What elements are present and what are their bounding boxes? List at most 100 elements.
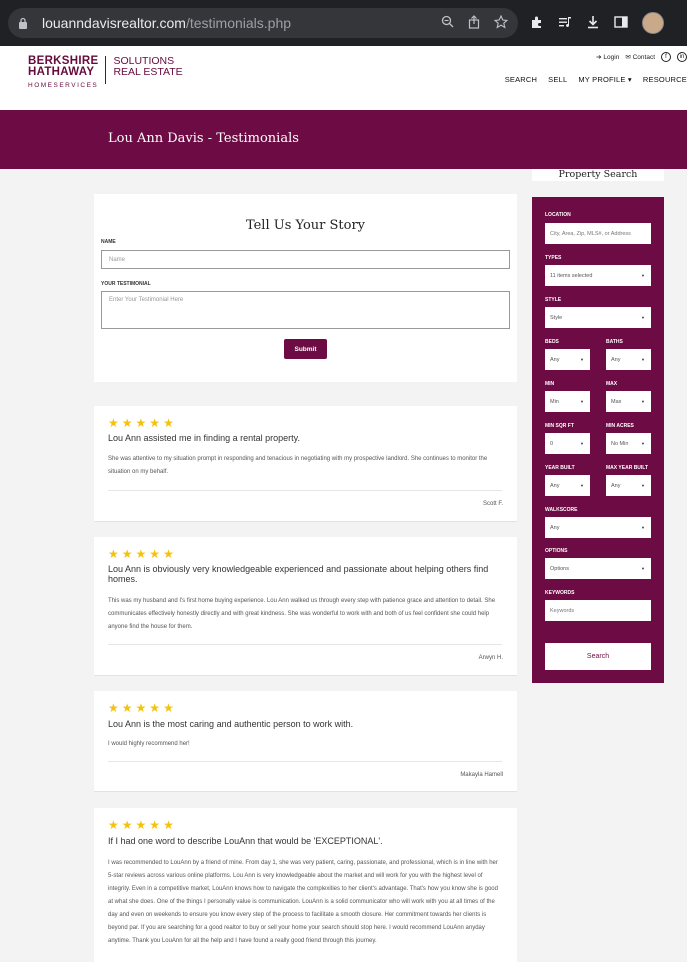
location-input[interactable]: City, Area, Zip, MLS#, or Address [545,223,651,244]
min-price-label: MIN [545,381,555,387]
star-icon: ★ [149,547,161,561]
brand-logo[interactable]: BERKSHIRE HATHAWAY HOMESERVICES SOLUTION… [28,55,183,91]
star-icon: ★ [149,818,161,832]
beds-select[interactable]: Any ▼ [545,349,590,370]
nav-sell[interactable]: SELL [548,75,567,84]
nav-search[interactable]: SEARCH [505,75,537,84]
caret-down-icon: ▼ [641,315,645,320]
star-icon: ★ [108,547,119,561]
caret-down-icon: ▼ [580,399,584,404]
types-select[interactable]: 11 items selected ▼ [545,265,651,286]
caret-down-icon: ▼ [641,273,645,278]
review-body: I would highly recommend her! [108,741,190,747]
min-price-select[interactable]: Min ▼ [545,391,590,412]
min-acres-label: MIN ACRES [606,423,634,429]
walkscore-select[interactable]: Any ▼ [545,517,651,538]
star-rating: ★ ★ ★ ★ ★ [108,417,174,429]
star-icon: ★ [163,416,174,430]
caret-down-icon: ▼ [641,525,645,530]
caret-down-icon: ▼ [580,483,584,488]
star-icon: ★ [163,818,174,832]
main-nav: SEARCH SELL MY PROFILE ▾ RESOURCE [505,75,687,84]
testimonial-textarea[interactable]: Enter Your Testimonial Here [101,291,510,329]
caret-down-icon: ▼ [641,566,645,571]
page-title: Lou Ann Davis - Testimonials [108,131,299,146]
year-built-select[interactable]: Any ▼ [545,475,590,496]
zoom-icon[interactable] [441,15,454,32]
options-select[interactable]: Options ▼ [545,558,651,579]
review-card: ★ ★ ★ ★ ★ Lou Ann assisted me in finding… [94,406,517,522]
download-icon[interactable] [586,15,600,32]
linkedin-icon[interactable]: in [677,52,687,62]
max-year-select[interactable]: Any ▼ [606,475,651,496]
star-rating: ★ ★ ★ ★ ★ [108,819,174,831]
review-title: Lou Ann is the most caring and authentic… [108,719,354,729]
beds-label: BEDS [545,339,559,345]
story-form: Tell Us Your Story NAME Name YOUR TESTIM… [94,194,517,382]
review-body: She was attentive to my situation prompt… [108,456,488,475]
facebook-icon[interactable]: f [661,52,671,62]
caret-down-icon: ▼ [580,357,584,362]
submit-button[interactable]: Submit [284,339,327,359]
review-title: Lou Ann is obviously very knowledgeable … [108,564,489,584]
review-card: ★ ★ ★ ★ ★ Lou Ann is obviously very know… [94,537,517,676]
nav-resources[interactable]: RESOURCE [643,75,687,84]
top-links: ➔ Login ✉ Contact f in [596,52,687,62]
caret-down-icon: ▼ [641,357,645,362]
baths-select[interactable]: Any ▼ [606,349,651,370]
search-button[interactable]: Search [545,643,651,670]
star-icon: ★ [135,818,147,832]
types-label: TYPES [545,255,562,261]
style-label: STYLE [545,297,562,303]
star-icon: ★ [121,818,133,832]
media-queue-icon[interactable] [558,15,572,32]
review-author: Scott F. [482,501,503,507]
lock-icon [18,16,30,30]
property-search-panel: LOCATION City, Area, Zip, MLS#, or Addre… [532,197,664,683]
page-banner: Lou Ann Davis - Testimonials [0,110,687,169]
review-body: I was recommended to LouAnn by a friend … [108,860,498,944]
min-sqft-label: MIN SQR FT [545,423,574,429]
logo-right-line2: REAL ESTATE [113,66,183,78]
star-icon: ★ [121,547,133,561]
keywords-input[interactable]: Keywords [545,600,651,621]
max-year-label: MAX YEAR BUILT [606,465,649,471]
star-icon: ★ [121,416,133,430]
star-icon: ★ [135,547,147,561]
options-label: OPTIONS [545,548,568,554]
property-search-title: Property Search [532,169,664,181]
testimonial-label: YOUR TESTIMONIAL [101,281,151,287]
login-link[interactable]: ➔ Login [596,53,619,61]
bookmark-star-icon[interactable] [493,14,509,32]
max-price-select[interactable]: Max ▼ [606,391,651,412]
star-rating: ★ ★ ★ ★ ★ [108,702,174,714]
contact-link[interactable]: ✉ Contact [625,53,655,61]
caret-down-icon: ▼ [641,399,645,404]
story-form-title: Tell Us Your Story [245,218,366,233]
site-header: BERKSHIRE HATHAWAY HOMESERVICES SOLUTION… [0,46,687,110]
extensions-icon[interactable] [530,15,544,32]
min-sqft-select[interactable]: 0 ▼ [545,433,590,454]
star-icon: ★ [149,416,161,430]
review-author: Makayla Hamell [460,772,503,778]
profile-avatar[interactable] [642,12,664,34]
logo-text-line2: HATHAWAY [28,66,95,78]
star-icon: ★ [135,416,147,430]
star-icon: ★ [108,701,119,715]
location-label: LOCATION [545,212,571,218]
side-panel-icon[interactable] [614,15,628,32]
keywords-label: KEYWORDS [545,590,575,596]
star-icon: ★ [149,701,161,715]
name-input[interactable]: Name [101,250,510,269]
url-text: louanndavisrealtor.com/testimonials.php [42,15,292,31]
review-title: Lou Ann assisted me in finding a rental … [108,433,300,443]
nav-my-profile[interactable]: MY PROFILE ▾ [578,75,632,84]
style-select[interactable]: Style ▼ [545,307,651,328]
star-icon: ★ [108,416,119,430]
year-built-label: YEAR BUILT [545,465,575,471]
review-author: Arwyn H. [478,655,503,661]
share-icon[interactable] [468,14,480,32]
address-bar[interactable]: louanndavisrealtor.com/testimonials.php [8,8,518,38]
walkscore-label: WALKSCORE [545,507,578,513]
min-acres-select[interactable]: No Min ▼ [606,433,651,454]
